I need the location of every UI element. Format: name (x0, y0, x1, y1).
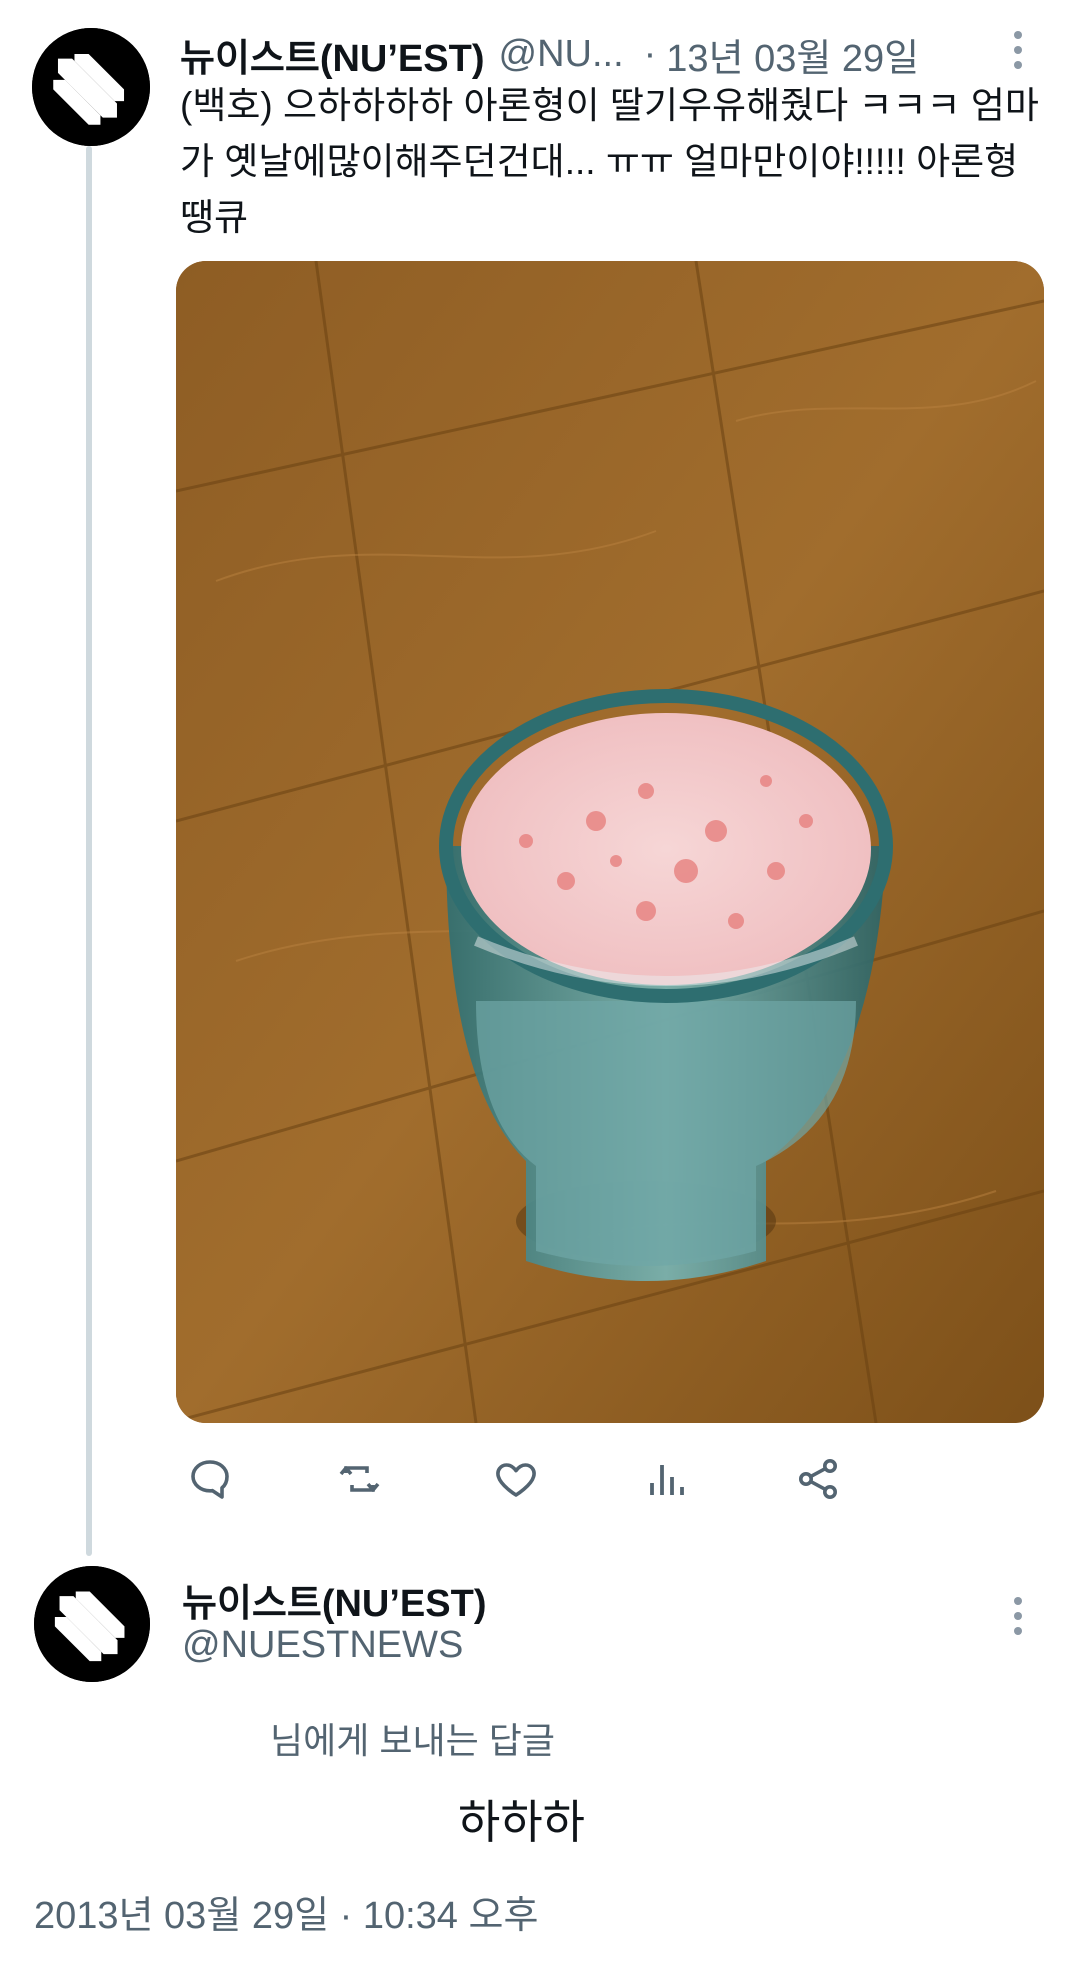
reply-button[interactable] (180, 1446, 240, 1512)
comment-icon (191, 1460, 229, 1499)
separator-dot: · (643, 32, 657, 75)
reply-text: 하하하 (458, 1796, 585, 1848)
reply-more-options-icon[interactable] (998, 1586, 1038, 1646)
share-button[interactable] (788, 1446, 848, 1512)
more-options-icon[interactable] (998, 20, 1038, 80)
retweet-button[interactable] (330, 1446, 390, 1512)
tweet-photo[interactable] (176, 261, 1044, 1423)
strawberry-milk-glass-photo (176, 261, 1044, 1423)
like-button[interactable] (486, 1446, 546, 1512)
author-avatar[interactable] (32, 28, 150, 146)
reply-author-name[interactable]: 뉴이스트(NU’EST) (182, 1572, 487, 1627)
nuest-logo-icon (34, 1566, 150, 1682)
nuest-logo-icon (32, 28, 150, 146)
reply-author-handle[interactable]: @NUESTNEWS (182, 1624, 463, 1667)
author-name[interactable]: 뉴이스트(NU’EST) (180, 27, 485, 82)
tweet-actions-bar (180, 1446, 1020, 1512)
tweet-date[interactable]: 13년 03월 29일 (666, 27, 919, 82)
reply-timestamp[interactable]: 2013년 03월 29일 · 10:34 오후 (34, 1884, 538, 1939)
retweet-icon (339, 1466, 380, 1492)
bar-chart-icon (650, 1465, 684, 1495)
heart-icon (496, 1463, 536, 1497)
share-icon (799, 1459, 837, 1499)
author-handle[interactable]: @NU... (499, 33, 624, 76)
replying-to-label: 님에게 보내는 답글 (270, 1720, 555, 1761)
thread-connector-line (86, 146, 92, 1556)
views-button[interactable] (636, 1446, 696, 1512)
reply-author-avatar[interactable] (34, 1566, 150, 1682)
tweet-text: (백호) 으하하하하 아론형이 딸기우유해줬다 ㅋㅋㅋ 엄마 가 옛날에많이해주… (180, 85, 1039, 238)
tweet-header: 뉴이스트(NU’EST) @NU... · 13년 03월 29일 (180, 24, 1020, 84)
